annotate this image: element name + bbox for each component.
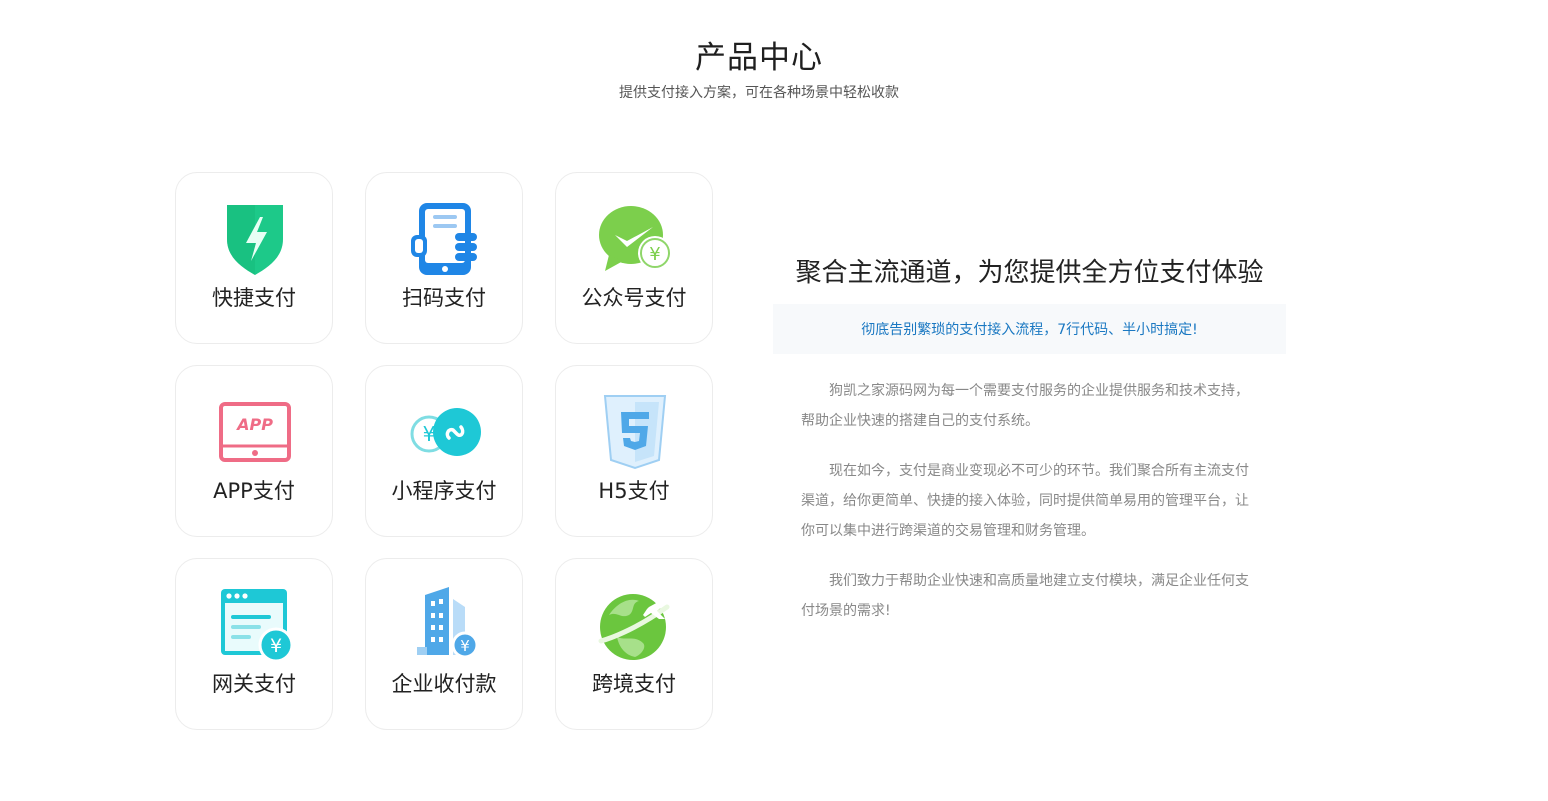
product-card-mini-program-pay[interactable]: ¥ 小程序支付 [365, 365, 523, 537]
product-card-enterprise-pay[interactable]: ¥ 企业收付款 [365, 558, 523, 730]
svg-text:APP: APP [235, 415, 273, 434]
product-card-official-account-pay[interactable]: ¥ 公众号支付 [555, 172, 713, 344]
browser-yuan-icon: ¥ [215, 585, 295, 665]
product-label: 扫码支付 [402, 286, 486, 310]
slogan-banner: 彻底告别繁琐的支付接入流程，7行代码、半小时搞定! [773, 304, 1286, 354]
intro-headline: 聚合主流通道，为您提供全方位支付体验 [795, 258, 1264, 288]
phone-scan-icon [405, 199, 485, 279]
product-label: 小程序支付 [391, 479, 497, 503]
product-card-app-pay[interactable]: APP APP支付 [175, 365, 333, 537]
svg-text:¥: ¥ [270, 635, 282, 657]
product-card-quick-pay[interactable]: 快捷支付 [175, 172, 333, 344]
product-card-scan-pay[interactable]: 扫码支付 [365, 172, 523, 344]
product-label: 网关支付 [212, 672, 296, 696]
product-label: 企业收付款 [391, 672, 497, 696]
product-card-gateway-pay[interactable]: ¥ 网关支付 [175, 558, 333, 730]
product-label: APP支付 [213, 479, 295, 503]
slogan-text: 彻底告别繁琐的支付接入流程，7行代码、半小时搞定! [861, 322, 1198, 338]
product-label: 公众号支付 [581, 286, 687, 310]
intro-paragraph: 我们致力于帮助企业快速和高质量地建立支付模块，满足企业任何支付场景的需求! [801, 573, 1249, 619]
html5-icon [595, 392, 675, 472]
globe-plane-icon [595, 585, 675, 665]
intro-paragraph: 现在如今，支付是商业变现必不可少的环节。我们聚合所有主流支付渠道，给你更简单、快… [801, 463, 1249, 539]
product-label: H5支付 [598, 479, 670, 503]
wechat-pay-icon: ¥ [595, 199, 675, 279]
intro-paragraph: 狗凯之家源码网为每一个需要支付服务的企业提供服务和技术支持，帮助企业快速的搭建自… [801, 383, 1249, 429]
mini-program-icon: ¥ [405, 392, 485, 472]
svg-text:¥: ¥ [460, 637, 470, 655]
product-label: 快捷支付 [212, 286, 296, 310]
product-grid: 快捷支付 扫码支付 ¥ 公众号支付 APP APP支付 ¥ 小程序支付 H5支付… [175, 172, 713, 730]
shield-lightning-icon [215, 199, 295, 279]
svg-text:¥: ¥ [649, 244, 660, 265]
product-card-cross-border-pay[interactable]: 跨境支付 [555, 558, 713, 730]
building-yuan-icon: ¥ [405, 585, 485, 665]
intro-section: 聚合主流通道，为您提供全方位支付体验 彻底告别繁琐的支付接入流程，7行代码、半小… [773, 250, 1286, 626]
app-screen-icon: APP [215, 392, 295, 472]
product-card-h5-pay[interactable]: H5支付 [555, 365, 713, 537]
product-label: 跨境支付 [592, 672, 676, 696]
page-subtitle: 提供支付接入方案，可在各种场景中轻松收款 [619, 85, 899, 101]
page-title: 产品中心 [695, 40, 823, 76]
